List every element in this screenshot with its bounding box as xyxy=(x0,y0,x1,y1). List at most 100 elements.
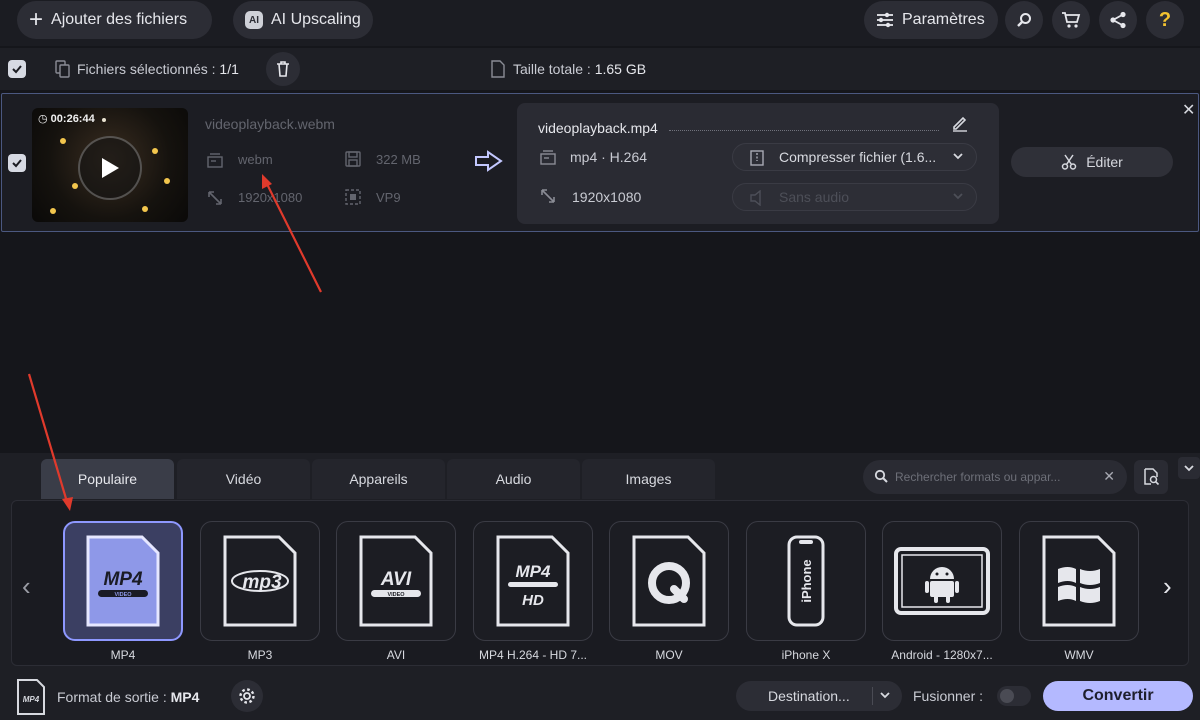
settings-label: Paramètres xyxy=(902,11,985,28)
chevron-down-icon xyxy=(953,193,963,200)
output-settings-button[interactable] xyxy=(231,680,263,712)
audio-dropdown[interactable]: Sans audio xyxy=(732,183,977,211)
detect-format-button[interactable] xyxy=(1134,460,1168,494)
clear-icon[interactable]: ✕ xyxy=(1103,468,1115,485)
merge-toggle[interactable] xyxy=(997,686,1031,706)
ai-upscaling-button[interactable]: AI AI Upscaling xyxy=(233,1,373,39)
ai-icon: AI xyxy=(245,11,263,29)
settings-button[interactable]: Paramètres xyxy=(864,1,998,39)
next-arrow-icon[interactable]: › xyxy=(1163,571,1172,602)
plus-icon: + xyxy=(29,6,44,33)
svg-text:iPhone: iPhone xyxy=(799,559,814,602)
target-format[interactable]: mp4 · H.264 xyxy=(570,149,647,165)
format-tile-iphone-x[interactable]: iPhone xyxy=(746,521,866,641)
help-icon: ? xyxy=(1158,8,1172,31)
format-icon xyxy=(207,153,223,168)
close-icon[interactable]: ✕ xyxy=(1182,100,1195,120)
video-thumbnail[interactable]: ◷ 00:26:44 xyxy=(32,108,188,222)
tab-images[interactable]: Images xyxy=(582,459,715,499)
mp3-icon: mp3 xyxy=(223,535,297,627)
select-all-checkbox[interactable] xyxy=(8,60,26,78)
edit-button[interactable]: Éditer xyxy=(1011,147,1173,177)
output-format-label: Format de sortie : xyxy=(57,689,167,705)
tab-appareils[interactable]: Appareils xyxy=(312,459,445,499)
source-filename: videoplayback.webm xyxy=(205,116,335,132)
format-label-avi: AVI xyxy=(386,648,406,662)
files-selected-value: 1/1 xyxy=(219,61,239,77)
edit-label: Éditer xyxy=(1086,154,1123,170)
target-resolution[interactable]: 1920x1080 xyxy=(572,189,641,205)
svg-text:MP4: MP4 xyxy=(103,569,143,590)
format-tile-mov[interactable] xyxy=(609,521,729,641)
video-duration: ◷ 00:26:44 xyxy=(38,113,95,125)
collapse-panel-button[interactable] xyxy=(1178,457,1200,479)
format-tile-android[interactable] xyxy=(882,521,1002,641)
format-tile-avi[interactable]: AVI VIDEO xyxy=(336,521,456,641)
file-row[interactable]: ◷ 00:26:44 videoplayback.webm webm 322 M… xyxy=(1,93,1199,232)
format-label-wmv: WMV xyxy=(1064,648,1094,662)
previous-arrow-icon[interactable]: ‹ xyxy=(22,571,31,602)
trash-icon xyxy=(277,61,289,77)
format-tile-mp4-hd[interactable]: MP4 HD xyxy=(473,521,593,641)
pencil-icon[interactable] xyxy=(951,114,969,132)
output-format-value: MP4 xyxy=(170,689,200,705)
format-label-mp3: MP3 xyxy=(247,648,273,662)
destination-label: Destination... xyxy=(768,688,850,704)
file-search-icon xyxy=(1144,468,1160,486)
chevron-down-icon[interactable] xyxy=(878,688,892,702)
file-checkbox[interactable] xyxy=(8,154,26,172)
file-icon xyxy=(491,60,505,78)
format-label-iphone-x: iPhone X xyxy=(781,648,831,662)
svg-text:HD: HD xyxy=(522,592,544,609)
windows-icon xyxy=(1042,535,1116,627)
format-label-mov: MOV xyxy=(655,648,683,662)
convert-button[interactable]: Convertir xyxy=(1043,681,1193,711)
format-search[interactable]: Rechercher formats ou appar... ✕ xyxy=(863,460,1127,494)
format-search-input[interactable]: Rechercher formats ou appar... xyxy=(895,470,1060,484)
quicktime-icon xyxy=(632,535,706,627)
add-files-button[interactable]: + Ajouter des fichiers xyxy=(17,1,212,39)
tab-audio[interactable]: Audio xyxy=(447,459,580,499)
svg-text:AVI: AVI xyxy=(380,569,412,590)
total-size-label: Taille totale : xyxy=(513,61,591,77)
source-format: webm xyxy=(238,152,273,167)
ai-upscaling-label: AI Upscaling xyxy=(271,11,361,28)
speaker-icon xyxy=(750,190,761,206)
codec-icon xyxy=(345,189,361,205)
target-filename[interactable]: videoplayback.mp4 xyxy=(538,120,658,136)
total-size: Taille totale : 1.65 GB xyxy=(513,61,646,77)
svg-text:mp3: mp3 xyxy=(242,572,282,593)
cart-button[interactable] xyxy=(1052,1,1090,39)
resize-icon xyxy=(208,191,222,205)
format-tile-wmv[interactable] xyxy=(1019,521,1139,641)
search-button[interactable] xyxy=(1005,1,1043,39)
tab-video[interactable]: Vidéo xyxy=(177,459,310,499)
sliders-icon xyxy=(877,12,893,28)
format-tile-mp4[interactable]: MP4 VIDEO xyxy=(63,521,183,641)
merge-label: Fusionner : xyxy=(913,688,984,704)
format-tile-mp3[interactable]: mp3 xyxy=(200,521,320,641)
iphone-icon: iPhone xyxy=(787,535,825,627)
tab-populaire[interactable]: Populaire xyxy=(41,459,174,499)
format-grid xyxy=(11,500,1189,666)
share-button[interactable] xyxy=(1099,1,1137,39)
files-selected: Fichiers sélectionnés : 1/1 xyxy=(77,61,239,77)
source-size: 322 MB xyxy=(376,152,421,167)
svg-text:MP4: MP4 xyxy=(516,562,552,581)
chevron-down-icon xyxy=(953,153,963,160)
source-resolution: 1920x1080 xyxy=(238,190,303,205)
destination-dropdown[interactable]: Destination... xyxy=(736,681,902,711)
compress-dropdown[interactable]: Compresser fichier (1.6... xyxy=(732,143,977,171)
cart-icon xyxy=(1062,12,1081,28)
check-icon xyxy=(12,65,22,74)
delete-button[interactable] xyxy=(266,52,300,86)
play-button[interactable] xyxy=(78,136,142,200)
chevron-down-icon xyxy=(1184,465,1194,472)
search-icon xyxy=(1017,13,1031,27)
target-panel: videoplayback.mp4 mp4 · H.264 Compresser… xyxy=(517,103,999,224)
mp4-icon: MP4 VIDEO xyxy=(86,535,160,627)
convert-arrow-icon xyxy=(475,150,503,172)
help-button[interactable]: ? xyxy=(1146,1,1184,39)
compress-label: Compresser fichier (1.6... xyxy=(779,149,937,165)
svg-text:VIDEO: VIDEO xyxy=(387,592,405,598)
